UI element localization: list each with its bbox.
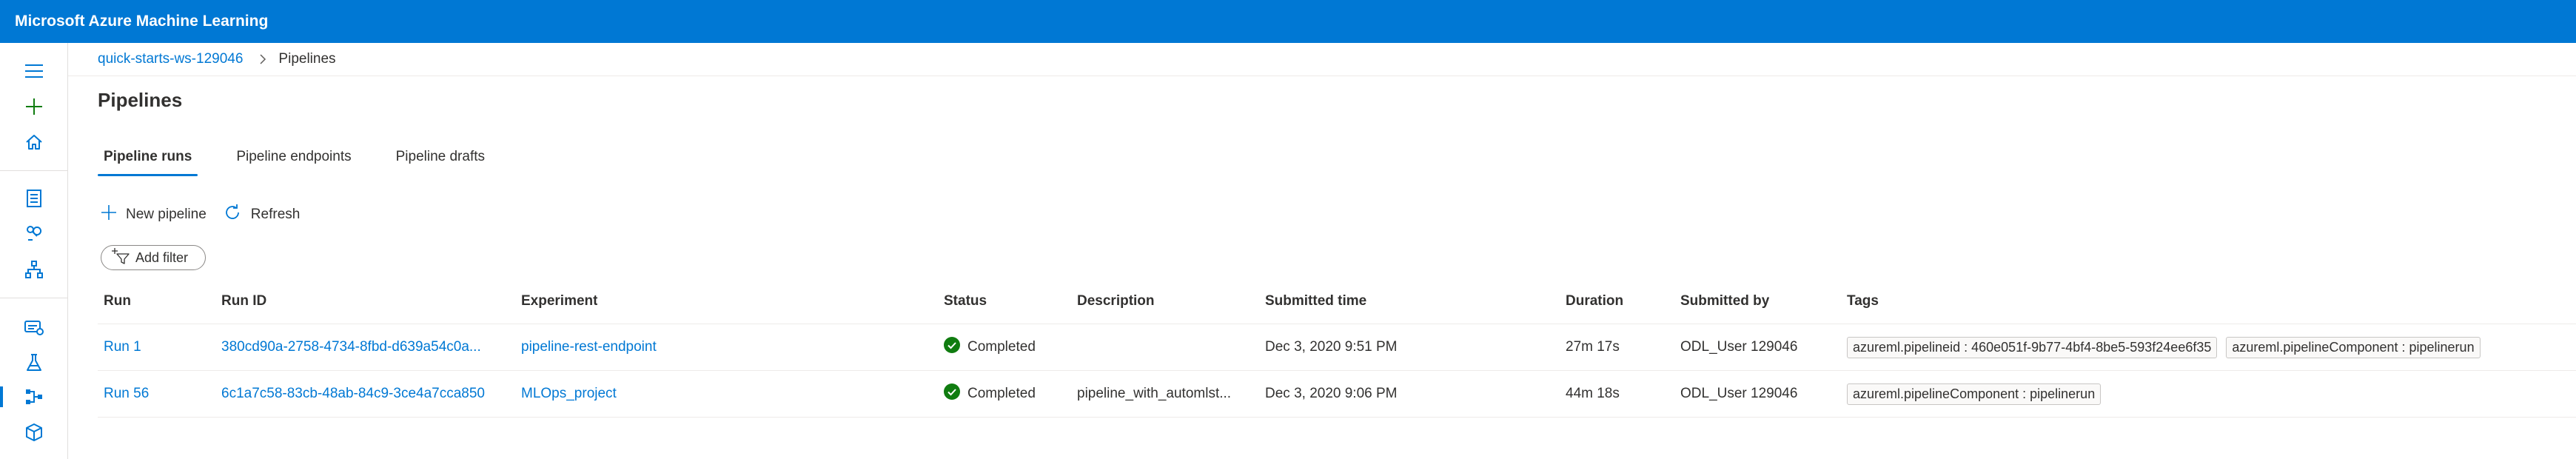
plus-icon[interactable] — [16, 93, 52, 120]
experiment-link[interactable]: pipeline-rest-endpoint — [521, 339, 657, 355]
add-filter-label: Add filter — [135, 249, 189, 265]
new-pipeline-button[interactable]: New pipeline — [101, 204, 207, 225]
success-check-icon — [944, 383, 967, 404]
tag-chip[interactable]: azureml.pipelineComponent : pipelinerun — [2226, 336, 2481, 358]
tab-pipeline-endpoints[interactable]: Pipeline endpoints — [230, 142, 357, 172]
status-text: Completed — [967, 386, 1036, 401]
pipelines-icon[interactable] — [0, 383, 52, 410]
column-header-submitted-by[interactable]: Submitted by — [1680, 278, 1769, 324]
run-id-link[interactable]: 380cd90a-2758-4734-8fbd-d639a54c0a... — [221, 339, 481, 355]
success-check-icon — [944, 337, 967, 358]
run-id-link[interactable]: 6c1a7c58-83cb-48ab-84c9-3ce4a7cca850 — [221, 386, 485, 402]
breadcrumb-current: Pipelines — [278, 51, 336, 67]
notebook-icon[interactable] — [16, 185, 52, 212]
submitted-time-text: Dec 3, 2020 9:51 PM — [1265, 339, 1398, 355]
run-link[interactable]: Run 56 — [104, 386, 149, 402]
refresh-icon — [223, 203, 251, 227]
column-header-description[interactable]: Description — [1077, 278, 1155, 324]
app-title[interactable]: Microsoft Azure Machine Learning — [15, 13, 268, 30]
add-filter-button[interactable]: Add filter — [101, 245, 206, 270]
submitted-by-text: ODL_User 129046 — [1680, 386, 1798, 401]
nav-divider — [0, 170, 68, 171]
table-row[interactable]: Run 1 380cd90a-2758-4734-8fbd-d639a54c0a… — [98, 324, 2576, 371]
run-link[interactable]: Run 1 — [104, 339, 141, 355]
column-header-submitted-time[interactable]: Submitted time — [1265, 278, 1366, 324]
status-text: Completed — [967, 339, 1036, 355]
experiment-link[interactable]: MLOps_project — [521, 386, 617, 402]
tab-pipeline-drafts[interactable]: Pipeline drafts — [390, 142, 491, 172]
experiments-icon[interactable] — [16, 349, 52, 376]
breadcrumb-workspace-link[interactable]: quick-starts-ws-129046 — [98, 51, 243, 67]
submitted-by-text: ODL_User 129046 — [1680, 339, 1798, 355]
designer-icon[interactable] — [16, 256, 52, 283]
left-navigation — [0, 43, 68, 459]
home-icon[interactable] — [16, 129, 52, 155]
datasets-icon[interactable] — [16, 314, 52, 341]
filter-add-icon — [110, 247, 135, 268]
column-header-run-id[interactable]: Run ID — [221, 278, 266, 324]
table-row[interactable]: Run 56 6c1a7c58-83cb-48ab-84c9-3ce4a7cca… — [98, 371, 2576, 418]
new-pipeline-label: New pipeline — [126, 207, 207, 222]
column-header-status[interactable]: Status — [944, 278, 987, 324]
duration-text: 44m 18s — [1566, 386, 1620, 401]
column-header-experiment[interactable]: Experiment — [521, 278, 597, 324]
submitted-time-text: Dec 3, 2020 9:06 PM — [1265, 386, 1398, 401]
models-icon[interactable] — [16, 419, 52, 446]
duration-text: 27m 17s — [1566, 339, 1620, 355]
breadcrumb: quick-starts-ws-129046 Pipelines — [98, 44, 336, 74]
status-badge: Completed — [944, 337, 1036, 358]
chevron-right-icon — [259, 53, 266, 65]
tag-chip[interactable]: azureml.pipelineComponent : pipelinerun — [1847, 383, 2102, 405]
tab-pipeline-runs[interactable]: Pipeline runs — [98, 142, 198, 176]
automl-icon[interactable] — [16, 221, 52, 247]
refresh-label: Refresh — [250, 207, 301, 222]
column-header-run[interactable]: Run — [104, 278, 131, 324]
table-header-row: Run Run ID Experiment Status Description… — [98, 278, 2576, 324]
app-header: Microsoft Azure Machine Learning — [0, 0, 2576, 43]
tab-bar: Pipeline runs Pipeline endpoints Pipelin… — [98, 142, 523, 176]
hamburger-icon[interactable] — [16, 58, 52, 84]
command-bar: New pipeline Refresh — [101, 200, 316, 230]
refresh-button[interactable]: Refresh — [223, 203, 301, 227]
status-badge: Completed — [944, 383, 1036, 404]
column-header-duration[interactable]: Duration — [1566, 278, 1623, 324]
column-header-tags[interactable]: Tags — [1847, 278, 1879, 324]
page-title: Pipelines — [98, 89, 183, 111]
description-text: pipeline_with_automlst... — [1077, 386, 1232, 401]
plus-icon — [101, 204, 126, 225]
main-content: quick-starts-ws-129046 Pipelines Pipelin… — [68, 43, 2576, 459]
tag-chip[interactable]: azureml.pipelineid : 460e051f-9b77-4bf4-… — [1847, 336, 2218, 358]
